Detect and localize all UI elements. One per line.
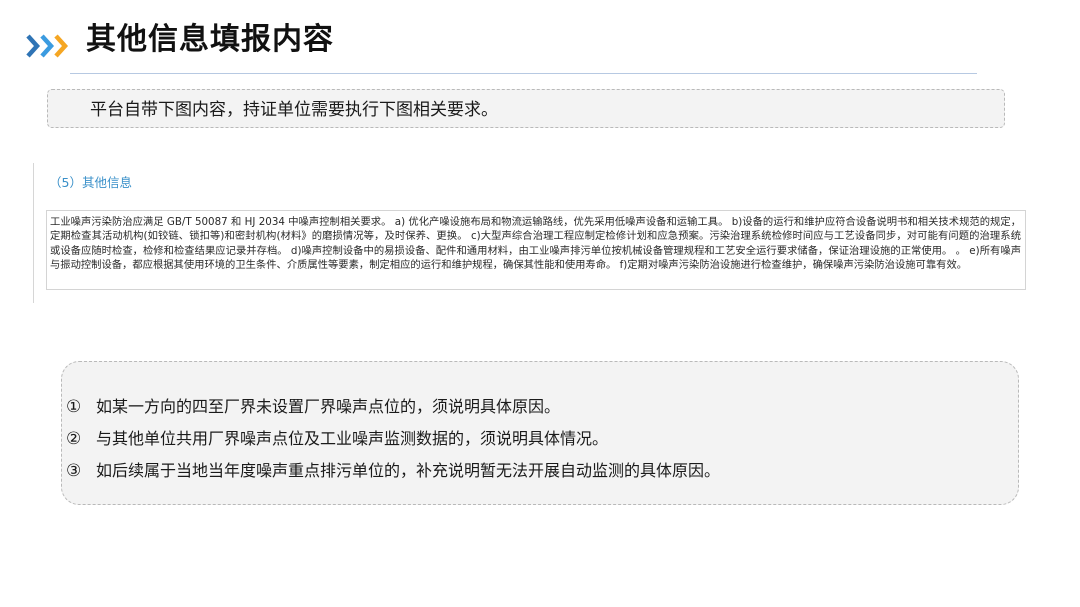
note-item: ② 与其他单位共用厂界噪声点位及工业噪声监测数据的，须说明具体情况。 [66, 428, 608, 450]
note-item: ③ 如后续属于当地当年度噪声重点排污单位的，补充说明暂无法开展自动监测的具体原因。 [66, 460, 720, 482]
intro-callout: 平台自带下图内容，持证单位需要执行下图相关要求。 [47, 89, 1005, 128]
page-title: 其他信息填报内容 [86, 22, 334, 57]
section-heading: （5）其他信息 [49, 175, 132, 190]
note-marker: ② [66, 429, 82, 449]
note-marker: ① [66, 397, 82, 417]
note-item: ① 如某一方向的四至厂界未设置厂界噪声点位的，须说明具体原因。 [66, 396, 560, 418]
other-info-textarea[interactable]: 工业噪声污染防治应满足 GB/T 50087 和 HJ 2034 中噪声控制相关… [46, 210, 1026, 290]
chevron-arrows-icon [26, 34, 69, 58]
note-text: 如某一方向的四至厂界未设置厂界噪声点位的，须说明具体原因。 [96, 397, 561, 416]
notes-callout: ① 如某一方向的四至厂界未设置厂界噪声点位的，须说明具体原因。 ② 与其他单位共用厂… [61, 361, 1019, 505]
intro-text: 平台自带下图内容，持证单位需要执行下图相关要求。 [90, 100, 498, 120]
note-marker: ③ [66, 461, 82, 481]
form-screenshot: （5）其他信息 工业噪声污染防治应满足 GB/T 50087 和 HJ 2034… [33, 163, 1029, 303]
note-text: 与其他单位共用厂界噪声点位及工业噪声监测数据的，须说明具体情况。 [96, 429, 609, 448]
note-text: 如后续属于当地当年度噪声重点排污单位的，补充说明暂无法开展自动监测的具体原因。 [96, 461, 721, 480]
other-info-content: 工业噪声污染防治应满足 GB/T 50087 和 HJ 2034 中噪声控制相关… [50, 216, 1021, 272]
title-divider [70, 73, 977, 74]
